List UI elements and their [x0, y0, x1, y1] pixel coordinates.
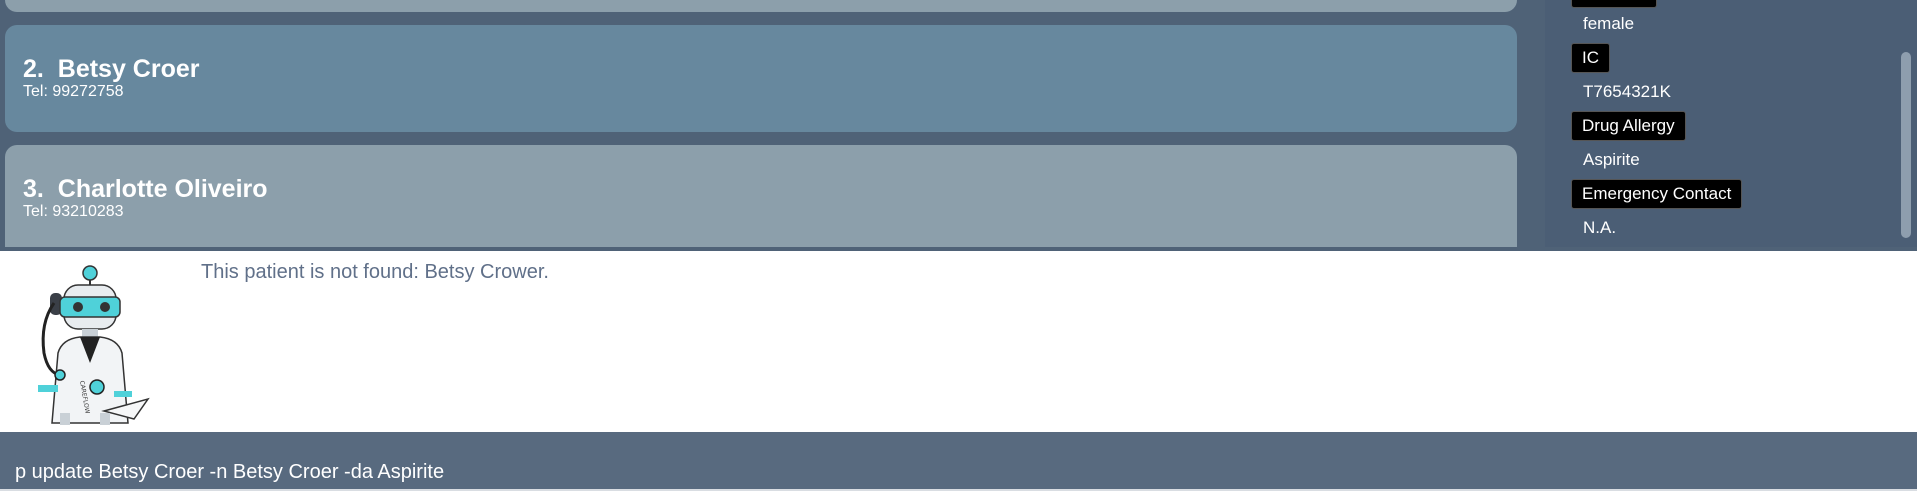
ic-tag: IC [1571, 43, 1610, 73]
patient-details-panel: female IC T7654321K Drug Allergy Aspirit… [1545, 0, 1900, 247]
patient-card-selected[interactable]: 2. Betsy Croer Tel: 99272758 [5, 25, 1517, 132]
command-box [0, 432, 1917, 491]
details-scrollbar[interactable] [1898, 0, 1917, 247]
patient-tel: Tel: 93210283 [23, 203, 124, 220]
patient-name-text: Betsy Croer [57, 55, 200, 83]
patient-list[interactable]: 2. Betsy Croer Tel: 99272758 3. Charlott… [0, 0, 1535, 247]
command-input[interactable] [15, 458, 1895, 486]
patient-card-previous[interactable] [5, 0, 1517, 12]
gender-tag [1571, 0, 1657, 8]
result-display: CAREFLOW This patient is not found: Bets… [0, 251, 1917, 432]
ic-value: T7654321K [1583, 82, 1671, 101]
patient-card[interactable]: 3. Charlotte Oliveiro Tel: 93210283 [5, 145, 1517, 247]
patient-name: 3. Charlotte Oliveiro [23, 175, 268, 204]
patient-index: 2. [23, 55, 44, 83]
drug-allergy-tag: Drug Allergy [1571, 111, 1686, 141]
drug-allergy-value: Aspirite [1583, 150, 1640, 169]
patient-index: 3. [23, 175, 44, 203]
patient-name: 2. Betsy Croer [23, 55, 200, 84]
patient-name-text: Charlotte Oliveiro [57, 175, 268, 203]
gender-value: female [1583, 14, 1635, 33]
emergency-contact-tag: Emergency Contact [1571, 179, 1743, 209]
doctor-robot-icon: CAREFLOW [38, 265, 150, 425]
result-message: This patient is not found: Betsy Crower. [201, 261, 549, 283]
scrollbar-thumb[interactable] [1901, 52, 1911, 238]
emergency-contact-value: N.A. [1583, 218, 1617, 237]
patient-tel: Tel: 99272758 [23, 83, 124, 100]
main-panel: 2. Betsy Croer Tel: 99272758 3. Charlott… [0, 0, 1917, 247]
